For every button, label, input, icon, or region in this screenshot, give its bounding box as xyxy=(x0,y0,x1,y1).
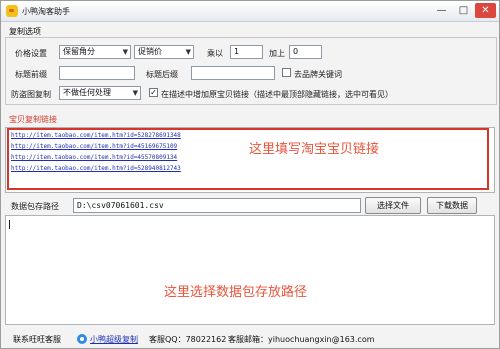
add-label: 加上 xyxy=(269,49,285,58)
link-item[interactable]: http://item.taobao.com/item.htm?id=52894… xyxy=(11,165,181,172)
close-button[interactable]: ✕ xyxy=(475,3,496,18)
title-prefix-label: 标题前缀 xyxy=(15,70,47,79)
chevron-down-icon: ▼ xyxy=(185,48,191,56)
multiply-input[interactable]: 1 xyxy=(230,45,263,59)
link-item[interactable]: http://item.taobao.com/item.htm?id=45169… xyxy=(11,143,177,150)
title-prefix-input[interactable] xyxy=(59,66,135,80)
download-data-button[interactable]: 下载数据 xyxy=(427,197,477,214)
links-callout: 这里填写淘宝宝贝链接 xyxy=(249,142,380,157)
price-setting-label: 价格设置 xyxy=(15,49,47,58)
email-text: 客服邮箱：yihuochuangxin@163.com xyxy=(228,335,375,344)
save-path-input[interactable]: D:\csv07061601.csv xyxy=(73,198,361,213)
title-suffix-label: 标题后缀 xyxy=(146,70,178,79)
text-caret xyxy=(9,220,10,229)
anti-theft-value: 不做任何处理 xyxy=(63,88,111,97)
remove-brand-label: 去品牌关键词 xyxy=(294,70,342,79)
add-link-label: 在描述中增加原宝贝链接（描述中最顶部隐藏链接，选中可看见） xyxy=(161,90,393,99)
save-path-label: 数据包存路径 xyxy=(11,202,59,211)
remove-brand-checkbox[interactable] xyxy=(282,68,291,77)
links-section-title: 宝贝复制链接 xyxy=(9,115,57,124)
minimize-button[interactable]: — xyxy=(431,3,452,18)
app-window: 小鸭淘客助手 — □ ✕ 复制选项 价格设置 保留角分 ▼ 促销价 ▼ 乘以 1… xyxy=(0,0,500,349)
contact-label: 联系旺旺客服 xyxy=(13,335,61,344)
output-log-area[interactable] xyxy=(5,215,495,325)
chevron-down-icon: ▼ xyxy=(122,48,128,56)
qq-text: 客服QQ：78022162 xyxy=(149,335,227,344)
add-link-checkbox[interactable]: ✓ xyxy=(149,88,158,97)
window-title: 小鸭淘客助手 xyxy=(22,7,70,16)
link-item[interactable]: http://item.taobao.com/item.htm?id=52827… xyxy=(11,132,181,139)
title-bar: 小鸭淘客助手 — □ ✕ xyxy=(1,1,499,22)
status-bar: 联系旺旺客服 小鸭超级复制 客服QQ：78022162 客服邮箱：yihuoch… xyxy=(1,330,499,348)
price-mode-value: 保留角分 xyxy=(63,47,95,56)
copy-options-title: 复制选项 xyxy=(9,27,41,36)
save-path-callout: 这里选择数据包存放路径 xyxy=(164,285,308,300)
link-item[interactable]: http://item.taobao.com/item.htm?id=45570… xyxy=(11,154,177,161)
duck-app-icon xyxy=(6,5,18,17)
multiply-label: 乘以 xyxy=(207,49,223,58)
wangwang-icon[interactable] xyxy=(77,334,87,344)
title-suffix-input[interactable] xyxy=(191,66,275,80)
anti-theft-label: 防盗图复制 xyxy=(11,90,51,99)
maximize-button[interactable]: □ xyxy=(453,3,474,18)
chevron-down-icon: ▼ xyxy=(132,89,138,97)
price-source-value: 促销价 xyxy=(138,47,162,56)
anti-theft-select[interactable]: 不做任何处理 ▼ xyxy=(59,86,141,100)
price-mode-select[interactable]: 保留角分 ▼ xyxy=(59,45,131,59)
app-link[interactable]: 小鸭超级复制 xyxy=(90,334,138,345)
price-source-select[interactable]: 促销价 ▼ xyxy=(134,45,194,59)
choose-file-button[interactable]: 选择文件 xyxy=(365,197,421,214)
add-input[interactable]: 0 xyxy=(289,45,322,59)
